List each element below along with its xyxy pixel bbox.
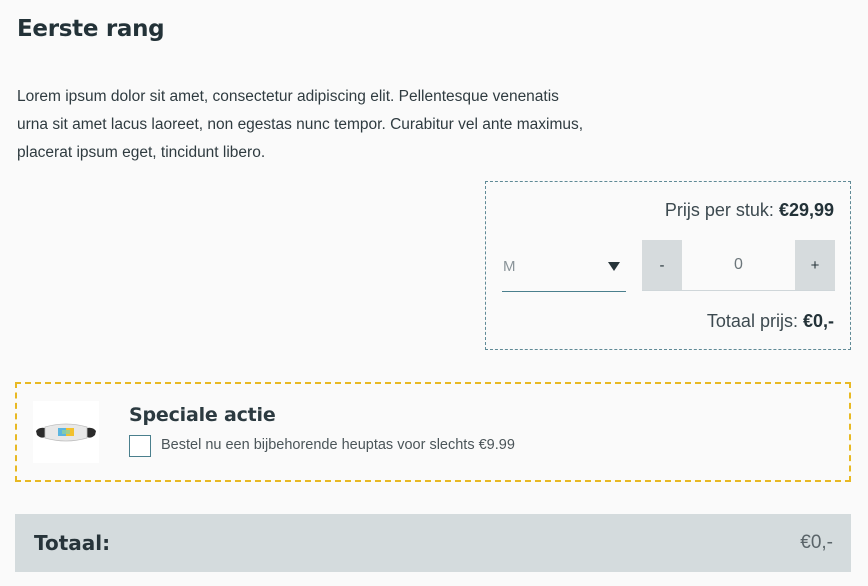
order-total-bar: Totaal: €0,- (15, 514, 851, 572)
quantity-input[interactable]: 0 (682, 240, 795, 290)
product-description: Lorem ipsum dolor sit amet, consectetur … (17, 88, 584, 161)
increment-button[interactable]: + (795, 240, 835, 290)
order-panel: Prijs per stuk: €29,99 M - 0 + Totaal pr… (485, 181, 851, 350)
unit-price: Prijs per stuk: €29,99 (665, 200, 834, 221)
fanny-pack-image (33, 401, 99, 463)
addon-checkbox-label[interactable]: Bestel nu een bijbehorende heuptas voor … (161, 437, 515, 453)
total-price-label: Totaal prijs: (706, 311, 798, 331)
caret-down-icon (608, 262, 620, 271)
size-select-value: M (503, 258, 516, 275)
special-offer-title: Speciale actie (129, 404, 276, 426)
size-select[interactable]: M (502, 242, 626, 292)
addon-checkbox[interactable] (129, 435, 151, 457)
special-offer-box: Speciale actie Bestel nu een bijbehorend… (15, 382, 851, 482)
unit-price-label: Prijs per stuk: (664, 200, 774, 220)
total-price-value: €0,- (802, 311, 834, 331)
page-title: Eerste rang (17, 16, 165, 42)
order-total-label: Totaal: (34, 531, 111, 555)
order-total-value: €0,- (800, 532, 833, 553)
total-price: Totaal prijs: €0,- (707, 311, 834, 332)
unit-price-value: €29,99 (778, 200, 834, 220)
decrement-button[interactable]: - (642, 240, 682, 290)
quantity-stepper: - 0 + (642, 240, 835, 291)
fanny-pack-icon (36, 423, 96, 442)
